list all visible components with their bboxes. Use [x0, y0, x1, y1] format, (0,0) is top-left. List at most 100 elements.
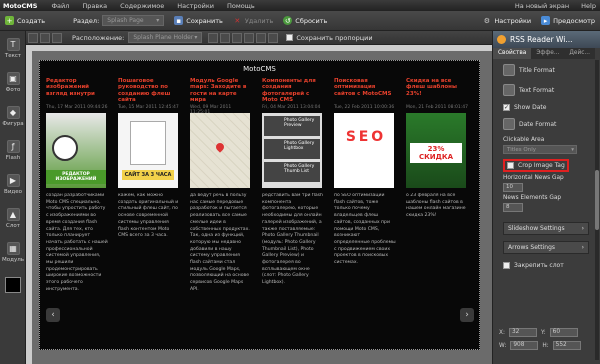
- news-item[interactable]: Пошаговое руководство по созданию флеш с…: [118, 78, 180, 333]
- tool-slot[interactable]: ▲ Слот: [0, 201, 26, 235]
- news-heading[interactable]: Поисковая оптимизация сайтов с MotoCMS: [334, 78, 396, 104]
- delete-button[interactable]: ✕ Удалить: [228, 16, 278, 25]
- news-heading[interactable]: Компоненты для создания фотогалерей с Mo…: [262, 78, 324, 104]
- preview-button[interactable]: ▸ Предосмотр: [536, 16, 600, 25]
- tab-properties[interactable]: Свойства: [493, 48, 532, 59]
- scrollbar-thumb[interactable]: [595, 170, 599, 230]
- y-input[interactable]: 60: [549, 328, 578, 337]
- menu-file[interactable]: Файл: [51, 2, 69, 10]
- show-date-checkbox[interactable]: ✓: [503, 103, 510, 111]
- news-item[interactable]: Редактор изображений взгляд изнутри Thu,…: [46, 78, 108, 333]
- news-heading[interactable]: Пошаговое руководство по созданию флеш с…: [118, 78, 180, 104]
- news-item[interactable]: Модуль Google maps: Заходите в гости на …: [190, 78, 252, 333]
- fixed-slot-checkbox[interactable]: [503, 261, 510, 269]
- prev-arrow-icon[interactable]: ‹: [46, 308, 60, 322]
- next-arrow-icon[interactable]: ›: [460, 308, 474, 322]
- date-format-row[interactable]: Date Format: [503, 114, 593, 134]
- e-gap-input[interactable]: 8: [503, 203, 523, 212]
- color-swatch[interactable]: [5, 277, 21, 293]
- news-item[interactable]: Компоненты для создания фотогалерей с Mo…: [262, 78, 324, 333]
- chevron-down-icon: ▾: [194, 34, 198, 41]
- align-middle-icon[interactable]: [256, 32, 267, 43]
- reset-button[interactable]: ↺ Сбросить: [278, 16, 332, 25]
- news-item[interactable]: Скидка на все флеш шаблоны 23%! Mon, 21 …: [406, 78, 468, 333]
- news-date: Wed, 09 Mar 2011 11:25:01: [190, 105, 232, 115]
- h-gap-label: Horizontal News Gap: [503, 175, 564, 181]
- delete-icon: ✕: [234, 16, 241, 25]
- snap-icon[interactable]: [40, 32, 50, 43]
- news-date: Fri, 04 Mar 2011 13:04:04: [262, 105, 321, 110]
- news-heading[interactable]: Редактор изображений взгляд изнутри: [46, 78, 108, 104]
- clickable-area-select[interactable]: Titles Only ▾: [503, 145, 577, 154]
- crop-image-checkbox[interactable]: [507, 162, 514, 169]
- align-bottom-icon[interactable]: [268, 32, 279, 43]
- title-bar: MotoCMS Файл Правка Содержимое Настройки…: [0, 0, 600, 11]
- news-date: Tue, 22 Feb 2011 10:00:36: [334, 105, 395, 110]
- e-gap-label: News Elements Gap: [503, 195, 562, 201]
- app-logo: MotoCMS: [3, 1, 38, 10]
- h-label: H:: [542, 342, 549, 349]
- location-select[interactable]: Splash Plane Holder ▾: [128, 32, 203, 43]
- keep-proportions-checkbox[interactable]: [286, 34, 294, 41]
- settings-button[interactable]: ⚙ Настройки: [477, 16, 536, 25]
- news-item[interactable]: Поисковая оптимизация сайтов с MotoCMS T…: [334, 78, 396, 333]
- lock-icon[interactable]: [52, 32, 62, 43]
- news-heading[interactable]: Скидка на все флеш шаблоны 23%!: [406, 78, 468, 104]
- layout-toolbar: Расположение: Splash Plane Holder ▾ Сохра…: [26, 31, 492, 45]
- menu-edit[interactable]: Правка: [82, 2, 107, 10]
- align-center-icon[interactable]: [220, 32, 231, 43]
- horizontal-ruler: [26, 45, 492, 51]
- panel-tabs: Свойства Эффе... Дейс...: [493, 48, 600, 59]
- h-input[interactable]: 552: [552, 341, 581, 350]
- panel-header: RSS Reader Wi...: [493, 31, 600, 48]
- image-caption: РЕДАКТОР ИЗОБРАЖЕНИЙ: [46, 170, 106, 184]
- news-image: S E O: [334, 113, 394, 188]
- align-top-icon[interactable]: [244, 32, 255, 43]
- section-select[interactable]: Splash Page ▾: [102, 15, 165, 26]
- align-left-icon[interactable]: [208, 32, 219, 43]
- rss-icon: [497, 35, 506, 44]
- tab-effects[interactable]: Эффе...: [531, 48, 565, 59]
- news-date: Tue, 15 Mar 2011 12:45:47: [118, 105, 179, 110]
- section-selector: Раздел: Splash Page ▾: [68, 15, 169, 26]
- reset-icon: ↺: [283, 16, 293, 25]
- title-format-row[interactable]: Title Format: [503, 60, 593, 80]
- image-caption: САЙТ ЗА 3 ЧАСА: [122, 170, 174, 180]
- help-link[interactable]: Help: [581, 2, 596, 10]
- panel-scrollbar[interactable]: [595, 60, 599, 360]
- align-right-icon[interactable]: [232, 32, 243, 43]
- chevron-right-icon: ›: [581, 225, 584, 232]
- h-gap-input[interactable]: 10: [503, 183, 523, 192]
- news-heading[interactable]: Модуль Google maps: Заходите в гости на …: [190, 78, 252, 104]
- slideshow-settings[interactable]: Slideshow Settings ›: [503, 222, 589, 235]
- tab-actions[interactable]: Дейс...: [564, 48, 595, 59]
- new-window-link[interactable]: На новый экран: [515, 2, 569, 10]
- tool-flash[interactable]: ƒ Flash: [0, 133, 26, 167]
- save-button[interactable]: ▪ Сохранить: [169, 16, 228, 25]
- news-image: [190, 113, 250, 188]
- text-format-row[interactable]: Text Format: [503, 80, 593, 100]
- tool-shape[interactable]: ◆ Фигура: [0, 99, 26, 133]
- arrows-settings[interactable]: Arrows Settings ›: [503, 241, 589, 254]
- news-image: РЕДАКТОР ИЗОБРАЖЕНИЙ: [46, 113, 106, 188]
- fixed-slot-row: Закрепить слот: [503, 258, 593, 272]
- tool-text[interactable]: T Текст: [0, 31, 26, 65]
- news-text: кажем, как можно создать оригинальный и …: [118, 193, 179, 239]
- tool-video[interactable]: ▶ Видео: [0, 167, 26, 201]
- text-icon: T: [6, 37, 20, 51]
- image-caption: 23% СКИДКА: [410, 143, 462, 163]
- menu-content[interactable]: Содержимое: [120, 2, 164, 10]
- disk-icon: ▪: [174, 16, 184, 25]
- tool-module[interactable]: ▦ Модуль: [0, 235, 26, 269]
- x-input[interactable]: 32: [508, 328, 537, 337]
- menu-help[interactable]: Помощь: [227, 2, 255, 10]
- create-button[interactable]: + Создать: [0, 16, 50, 25]
- crop-image-row: Crop Image Tag: [503, 159, 569, 172]
- tool-photo[interactable]: ▣ Фото: [0, 65, 26, 99]
- menu-settings[interactable]: Настройки: [177, 2, 214, 10]
- w-input[interactable]: 908: [510, 341, 539, 350]
- notebook-graphic: [130, 121, 166, 165]
- w-label: W:: [499, 342, 507, 349]
- rss-reader-widget[interactable]: MotoCMS Редактор изображений взгляд изну…: [39, 60, 480, 350]
- grid-icon[interactable]: [28, 32, 38, 43]
